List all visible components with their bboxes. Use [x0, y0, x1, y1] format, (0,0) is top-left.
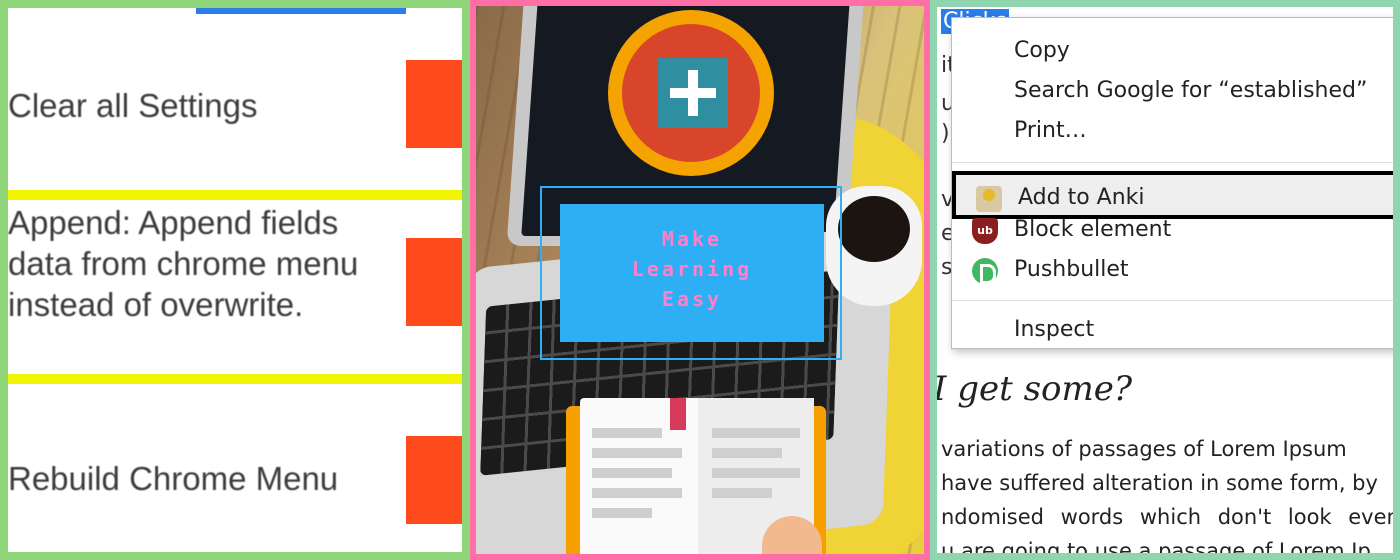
settings-panel: Clear all Settings Append: Append fields… — [0, 0, 470, 560]
bookmark-ribbon — [670, 398, 686, 430]
paragraph-line: ndomised words which don't look even — [941, 505, 1400, 529]
menu-item-search-google[interactable]: Search Google for “established” — [952, 72, 1393, 112]
rebuild-menu-button[interactable] — [406, 436, 462, 524]
plus-badge — [608, 10, 774, 176]
ublock-icon: ub — [972, 218, 998, 244]
setting-append: Append: Append fields data from chrome m… — [8, 200, 462, 374]
tagline-text: Make Learning Easy — [631, 227, 753, 311]
tagline-box: Make Learning Easy — [560, 204, 824, 342]
context-menu: Copy Search Google for “established” Pri… — [951, 17, 1393, 351]
setting-label: Clear all Settings — [8, 87, 258, 124]
menu-item-block-element[interactable]: ub Block element — [952, 211, 1393, 251]
setting-label: Append: Append fields data from chrome m… — [8, 204, 359, 323]
browser-page: Clicks it u )p v e s I get some? variati… — [930, 0, 1400, 560]
setting-rebuild-menu: Rebuild Chrome Menu — [8, 386, 462, 552]
pushbullet-icon — [972, 258, 998, 284]
menu-item-copy[interactable]: Copy — [952, 32, 1393, 72]
menu-item-inspect[interactable]: Inspect — [952, 311, 1393, 351]
menu-item-pushbullet[interactable]: Pushbullet — [952, 251, 1393, 291]
clear-settings-button[interactable] — [406, 60, 462, 148]
anki-icon — [976, 186, 1002, 212]
menu-separator — [952, 300, 1393, 301]
paragraph-line: u are going to use a passage of Lorem Ip — [941, 539, 1371, 560]
section-heading: I get some? — [933, 369, 1133, 409]
menu-separator — [952, 162, 1393, 163]
divider — [8, 374, 462, 384]
setting-label: Rebuild Chrome Menu — [8, 460, 339, 497]
append-toggle-button[interactable] — [406, 238, 462, 326]
divider — [8, 190, 462, 200]
setting-clear-all: Clear all Settings — [8, 8, 462, 188]
paragraph-line: have suffered alteration in some form, b… — [941, 471, 1378, 495]
paragraph-line: variations of passages of Lorem Ipsum — [941, 437, 1347, 461]
promo-graphic: Make Learning Easy — [470, 0, 930, 560]
menu-item-print[interactable]: Print… — [952, 112, 1393, 152]
